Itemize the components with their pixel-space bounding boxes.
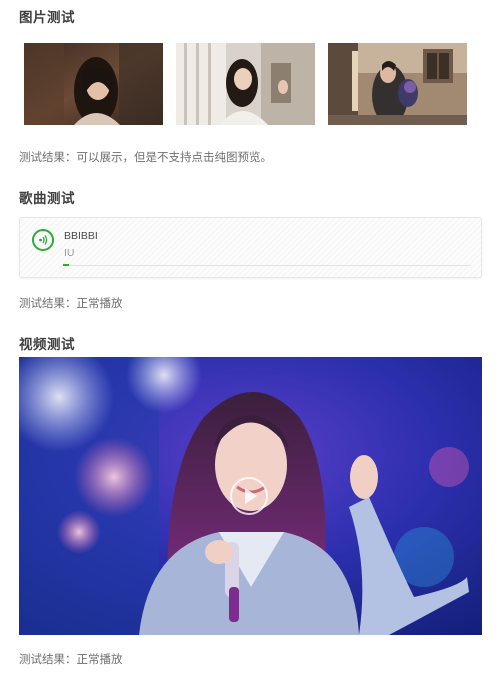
photo-2[interactable] (176, 43, 315, 125)
play-icon[interactable] (230, 477, 268, 515)
video-result-text: 测试结果：正常播放 (19, 652, 123, 666)
video-player[interactable] (19, 357, 482, 635)
song-result-text: 测试结果：正常播放 (19, 296, 123, 310)
song-progress-bar[interactable] (63, 264, 471, 266)
page: 图片测试 测试结果：可以展示，但是不支持点击纯图预览。 歌曲测试 BBIBBI … (0, 0, 499, 681)
audio-wave-icon[interactable] (32, 229, 54, 251)
images-result-text: 测试结果：可以展示，但是不支持点击纯图预览。 (19, 150, 272, 164)
images-section-title: 图片测试 (19, 10, 75, 26)
photo-1[interactable] (24, 43, 163, 125)
song-artist: IU (64, 247, 75, 259)
video-section-title: 视频测试 (19, 337, 75, 353)
music-player-card[interactable]: BBIBBI IU (19, 217, 482, 278)
song-title: BBIBBI (64, 230, 98, 242)
song-progress-fill (63, 264, 69, 266)
photo-3[interactable] (328, 43, 467, 125)
song-section-title: 歌曲测试 (19, 191, 75, 207)
